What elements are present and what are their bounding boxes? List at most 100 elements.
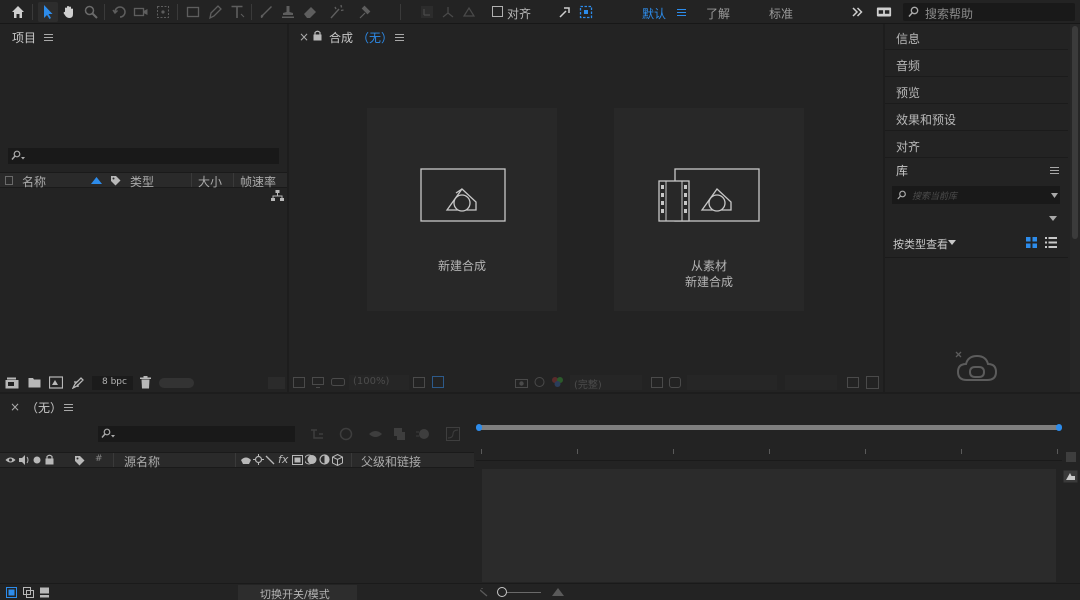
workspace-default[interactable]: 默认 (642, 5, 666, 22)
selection-tool-icon[interactable] (38, 2, 58, 22)
toggle-switches-modes-button[interactable]: 切换开关/模式 (238, 585, 357, 600)
effects-switch-icon[interactable]: fx (278, 453, 288, 466)
chevron-down-icon[interactable] (1051, 193, 1058, 198)
snapshot-icon[interactable] (515, 377, 528, 388)
scrollbar-thumb[interactable] (1072, 26, 1078, 239)
speaker-icon[interactable] (19, 455, 29, 465)
monitor-icon[interactable] (312, 377, 324, 388)
time-ruler[interactable] (476, 439, 1062, 461)
label-tag-icon[interactable] (74, 455, 85, 466)
effects-presets-panel-tab[interactable]: 效果和预设 (885, 105, 1068, 131)
trash-icon[interactable] (140, 376, 151, 389)
workspace-standard[interactable]: 标准 (769, 5, 793, 22)
clone-stamp-tool-icon[interactable] (278, 2, 298, 22)
col-source-name[interactable]: 源名称 (124, 453, 160, 470)
region-of-interest-icon[interactable] (651, 377, 663, 388)
col-size[interactable]: 大小 (198, 173, 222, 190)
search-help-field[interactable]: 搜索帮助 (903, 3, 1075, 21)
close-tab-icon[interactable]: × (10, 400, 20, 414)
col-type[interactable]: 类型 (130, 173, 154, 190)
new-comp-from-footage-card[interactable]: 从素材 新建合成 (614, 108, 804, 311)
chevron-down-icon[interactable] (1049, 216, 1057, 221)
view-layout-dropdown[interactable] (785, 375, 837, 390)
quality-switch-icon[interactable] (265, 455, 275, 465)
hand-tool-icon[interactable] (59, 2, 79, 22)
rotate-tool-icon[interactable] (110, 2, 130, 22)
fast-previews-icon[interactable] (669, 377, 681, 388)
close-tab-icon[interactable]: × (299, 30, 309, 44)
eraser-tool-icon[interactable] (300, 2, 320, 22)
project-search-input[interactable] (8, 148, 279, 164)
lock-icon[interactable] (45, 454, 54, 465)
home-icon[interactable] (8, 2, 28, 22)
draft-3d-icon[interactable] (339, 427, 353, 441)
chevron-down-icon[interactable] (948, 240, 956, 245)
snapping-options-icon[interactable] (576, 2, 596, 22)
comp-tab-value[interactable]: （无） (357, 29, 393, 46)
channel-icon[interactable] (551, 376, 564, 388)
timeline-menu-icon[interactable] (64, 404, 73, 412)
comp-menu-icon[interactable] (395, 34, 404, 42)
zoom-in-icon[interactable] (552, 587, 566, 597)
brush-tool-icon[interactable] (256, 2, 276, 22)
bit-depth-button[interactable]: 8 bpc (92, 376, 133, 390)
tag-icon[interactable] (110, 175, 121, 186)
transfer-controls-pane-icon[interactable] (23, 587, 34, 598)
snap-icon[interactable] (555, 2, 575, 22)
comp-mini-flowchart-icon[interactable] (310, 428, 324, 440)
new-composition-icon[interactable] (49, 376, 63, 389)
puppet-tool-icon[interactable] (354, 2, 374, 22)
frame-blend-switch-icon[interactable] (292, 455, 303, 465)
work-area-bar[interactable] (476, 424, 1062, 431)
local-axis-mode-icon[interactable] (417, 2, 437, 22)
rectangle-tool-icon[interactable] (183, 2, 203, 22)
work-area-end-handle[interactable] (1056, 424, 1062, 431)
collapse-switch-icon[interactable] (253, 454, 264, 465)
new-folder-icon[interactable] (28, 377, 41, 388)
zoom-out-icon[interactable] (480, 588, 490, 597)
work-area-start-handle[interactable] (476, 424, 482, 431)
frame-blending-icon[interactable] (393, 427, 406, 441)
motion-blur-icon[interactable] (416, 427, 430, 441)
safe-zones-icon[interactable] (413, 377, 425, 388)
timeline-graph-area[interactable] (482, 469, 1056, 582)
vr-icon[interactable] (331, 377, 345, 388)
col-frame-rate[interactable]: 帧速率 (240, 173, 276, 190)
more-workspaces-icon[interactable] (847, 2, 867, 22)
always-preview-icon[interactable] (293, 377, 305, 388)
motion-blur-switch-icon[interactable] (305, 454, 317, 465)
sort-ascending-icon[interactable] (91, 177, 102, 184)
timeline-tab-label[interactable]: （无） (26, 399, 62, 416)
type-tool-icon[interactable] (227, 2, 247, 22)
shy-switch-icon[interactable] (240, 455, 252, 465)
label-column-icon[interactable] (5, 176, 13, 185)
workspace-learn[interactable]: 了解 (706, 5, 730, 22)
new-composition-card[interactable]: 新建合成 (367, 108, 557, 311)
adjustment-layer-switch-icon[interactable] (319, 454, 330, 465)
col-name[interactable]: 名称 (22, 173, 46, 190)
interpret-footage-icon[interactable] (5, 377, 19, 389)
eye-icon[interactable] (5, 456, 16, 464)
show-snapshot-icon[interactable] (533, 376, 546, 388)
view-axis-mode-icon[interactable] (459, 2, 479, 22)
zoom-slider-thumb[interactable] (497, 587, 507, 597)
layer-list[interactable] (0, 469, 474, 583)
library-search-input[interactable]: 搜索当前库 (892, 186, 1060, 204)
list-view-icon[interactable] (1045, 237, 1057, 248)
shy-layers-icon[interactable] (368, 428, 383, 440)
comp-tab-label[interactable]: 合成 (329, 29, 353, 46)
view-by-type-dropdown[interactable]: 按类型查看 (893, 236, 948, 252)
preview-panel-tab[interactable]: 预览 (885, 78, 1068, 104)
library-menu-icon[interactable] (1050, 167, 1059, 175)
roto-brush-tool-icon[interactable] (327, 2, 347, 22)
thumbnail-slider[interactable] (159, 378, 194, 388)
solo-icon[interactable] (33, 456, 41, 464)
layer-switches-pane-icon[interactable] (6, 587, 17, 598)
timeline-nav-end[interactable] (1066, 452, 1076, 462)
library-panel-title[interactable]: 库 (896, 162, 908, 179)
info-panel-tab[interactable]: 信息 (885, 24, 1068, 50)
graph-editor-icon[interactable] (446, 427, 460, 441)
timeline-search-input[interactable] (98, 426, 295, 442)
camera-view-dropdown[interactable] (687, 375, 777, 390)
flowchart-icon[interactable] (271, 190, 284, 202)
